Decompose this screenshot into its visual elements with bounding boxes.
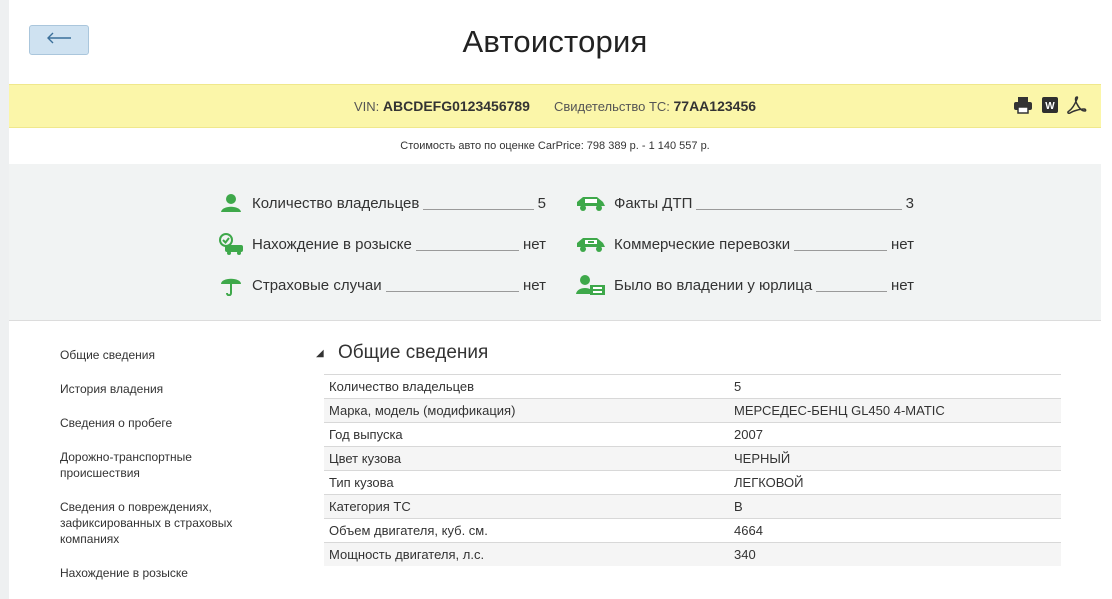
left-edge-strip — [0, 0, 9, 599]
word-icon[interactable]: W — [1041, 96, 1059, 114]
summary-item-insurance: Страховые случаи нет — [216, 274, 546, 296]
vin-label: VIN: — [353, 99, 383, 114]
table-row: Тип кузова ЛЕГКОВОЙ — [324, 470, 1061, 495]
section-title: Общие сведения — [338, 342, 489, 363]
cert-value: 77AA123456 — [673, 98, 757, 114]
summary-item-commercial: Коммерческие перевозки нет — [574, 233, 914, 255]
general-info-table: Количество владельцев 5 Марка, модель (мо… — [324, 374, 1061, 566]
owner-person-icon — [216, 192, 246, 214]
taxi-car-icon — [574, 233, 608, 255]
export-icons: W — [1013, 96, 1087, 114]
table-row: Мощность двигателя, л.с. 340 — [324, 542, 1061, 566]
page-title: Автоистория — [462, 24, 648, 59]
price-estimate: Стоимость авто по оценке CarPrice: 798 3… — [400, 140, 710, 152]
table-row: Цвет кузова ЧЕРНЫЙ — [324, 446, 1061, 471]
vin-value: ABCDEFG0123456789 — [382, 98, 530, 114]
table-row: Марка, модель (модификация) МЕРСЕДЕС-БЕНЦ… — [324, 398, 1061, 423]
sidebar-item-general[interactable]: Общие сведения — [60, 347, 300, 363]
table-row: Количество владельцев 5 — [324, 374, 1061, 399]
printer-icon[interactable] — [1013, 96, 1033, 114]
collapse-triangle-icon: ◢ — [316, 347, 324, 359]
section-header[interactable]: ◢ Общие сведения — [316, 342, 488, 364]
pdf-icon[interactable] — [1067, 96, 1087, 114]
summary-panel: Количество владельцев 5 Нахождение в роз… — [9, 164, 1101, 321]
sidebar-item-damages[interactable]: Сведения о повреждениях, зафиксированных… — [60, 499, 260, 547]
car-crash-icon — [574, 192, 608, 214]
svg-text:W: W — [1045, 101, 1055, 112]
umbrella-icon — [216, 274, 246, 296]
table-row: Объем двигателя, куб. см. 4664 — [324, 518, 1061, 543]
sidebar-nav: Общие сведения История владения Сведения… — [60, 342, 300, 581]
summary-item-company: Было во владении у юрлица нет — [574, 274, 914, 296]
table-row: Год выпуска 2007 — [324, 422, 1061, 447]
company-owner-icon — [574, 274, 608, 296]
cert-label: Свидетельство ТС: — [553, 99, 674, 114]
report-page: Автоистория VIN: ABCDEFG0123456789 Свидет… — [9, 0, 1101, 599]
summary-item-accidents: Факты ДТП 3 — [574, 192, 914, 214]
sidebar-item-mileage[interactable]: Сведения о пробеге — [60, 415, 300, 431]
vin-band: VIN: ABCDEFG0123456789 Свидетельство ТС: … — [9, 84, 1101, 128]
car-search-icon — [216, 233, 246, 255]
sidebar-item-wanted[interactable]: Нахождение в розыске — [60, 565, 300, 581]
summary-item-owners: Количество владельцев 5 — [216, 192, 546, 214]
page-header: Автоистория — [9, 0, 1101, 84]
table-row: Категория ТС B — [324, 494, 1061, 519]
sidebar-item-ownership[interactable]: История владения — [60, 381, 300, 397]
sidebar-item-accidents[interactable]: Дорожно-транспортные происшествия — [60, 449, 230, 481]
summary-item-wanted: Нахождение в розыске нет — [216, 233, 546, 255]
vin-info: VIN: ABCDEFG0123456789 Свидетельство ТС: … — [9, 98, 1101, 114]
